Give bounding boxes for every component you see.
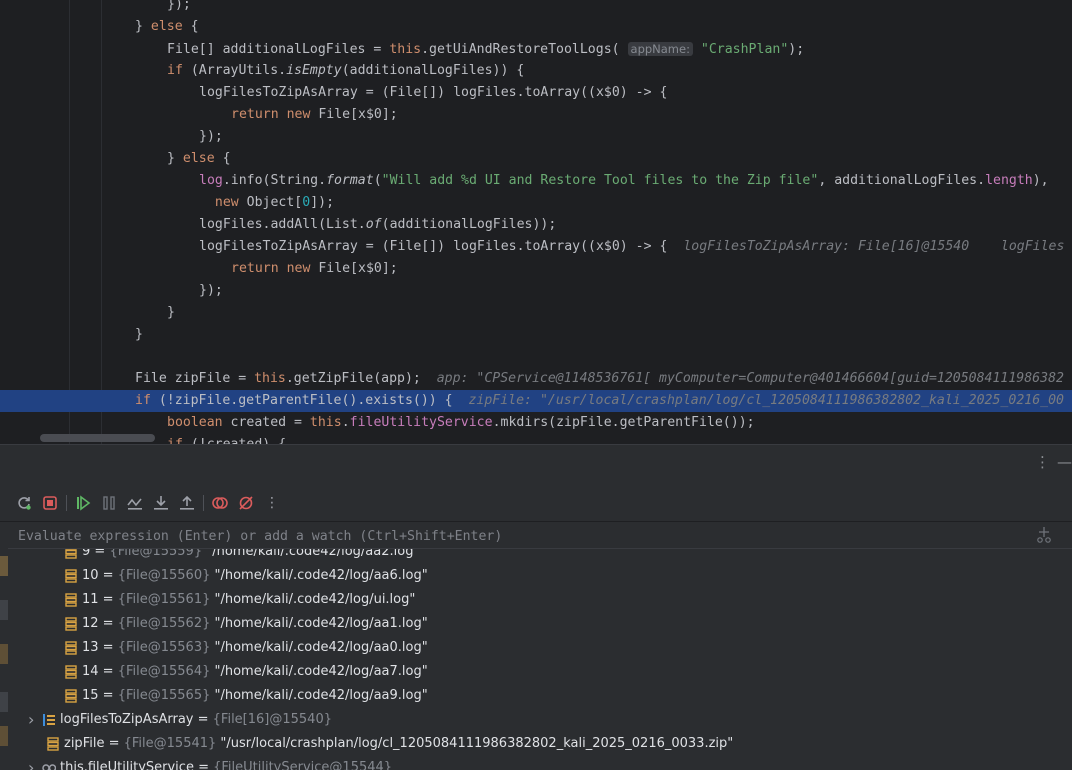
- mute-breakpoints-icon[interactable]: [236, 493, 256, 513]
- code-line[interactable]: } else {: [0, 16, 1072, 38]
- code-line[interactable]: boolean created = this.fileUtilityServic…: [0, 412, 1072, 434]
- variable-value: "/home/kali/.code42/log/ui.log": [210, 592, 416, 607]
- more-actions-icon[interactable]: ⋮: [262, 493, 282, 513]
- code-line[interactable]: logFilesToZipAsArray = (File[]) logFiles…: [0, 82, 1072, 104]
- view-breakpoints-icon[interactable]: [210, 493, 230, 513]
- code-line[interactable]: File zipFile = this.getZipFile(app); app…: [0, 368, 1072, 390]
- code-line[interactable]: File[] additionalLogFiles = this.getUiAn…: [0, 38, 1072, 60]
- debug-panel-header: ⋮ —: [0, 445, 1072, 485]
- variable-row[interactable]: zipFile = {File@15541} "/usr/local/crash…: [8, 732, 1072, 756]
- variable-value: "/usr/local/crashplan/log/cl_12050841119…: [216, 736, 734, 751]
- variable-type: {File[16]@15540}: [212, 712, 332, 727]
- expand-arrow-icon[interactable]: ›: [28, 756, 34, 770]
- code-line[interactable]: return new File[x$0];: [0, 104, 1072, 126]
- more-options-icon[interactable]: ⋮: [1035, 453, 1050, 471]
- variable-row[interactable]: 14 = {File@15564} "/home/kali/.code42/lo…: [8, 660, 1072, 684]
- variable-name: logFilesToZipAsArray: [60, 712, 194, 727]
- code-line-current[interactable]: if (!zipFile.getParentFile().exists()) {…: [0, 390, 1072, 412]
- variable-type: {File@15563}: [117, 640, 211, 655]
- code-line[interactable]: logFilesToZipAsArray = (File[]) logFiles…: [0, 236, 1072, 258]
- code-line[interactable]: } else {: [0, 148, 1072, 170]
- variable-type: {File@15564}: [117, 664, 211, 679]
- code-line[interactable]: return new File[x$0];: [0, 258, 1072, 280]
- variable-type: {FileUtilityService@15544}: [213, 760, 393, 770]
- variable-value: "/home/kali/.code42/log/aa6.log": [210, 568, 428, 583]
- variable-name: 14: [82, 664, 99, 679]
- code-editor[interactable]: });} else {File[] additionalLogFiles = t…: [0, 0, 1072, 444]
- variable-value: "/home/kali/.code42/log/aa2.log": [202, 549, 420, 559]
- code-line[interactable]: }: [0, 324, 1072, 346]
- stop-icon[interactable]: [40, 493, 60, 513]
- variable-row[interactable]: 10 = {File@15560} "/home/kali/.code42/lo…: [8, 564, 1072, 588]
- debug-toolbar: ⋮: [0, 485, 1072, 522]
- field-icon: [65, 569, 77, 583]
- code-line[interactable]: logFiles.addAll(List.of(additionalLogFil…: [0, 214, 1072, 236]
- variable-value: "/home/kali/.code42/log/aa1.log": [210, 616, 428, 631]
- variable-name: this.fileUtilityService: [60, 760, 194, 770]
- code-line[interactable]: new Object[0]);: [0, 192, 1072, 214]
- watch-icon: [42, 764, 56, 770]
- variable-value: "/home/kali/.code42/log/aa9.log": [210, 688, 428, 703]
- step-over-icon[interactable]: [125, 493, 145, 513]
- variable-row[interactable]: 15 = {File@15565} "/home/kali/.code42/lo…: [8, 684, 1072, 708]
- variable-name: 15: [82, 688, 99, 703]
- variable-name: 13: [82, 640, 99, 655]
- side-panel-edge: [0, 522, 8, 770]
- code-line[interactable]: if (!created) {: [0, 434, 1072, 444]
- add-watch-icon[interactable]: [1036, 526, 1052, 548]
- code-line[interactable]: });: [0, 126, 1072, 148]
- evaluate-expression-input[interactable]: [16, 525, 1020, 547]
- variable-value: "/home/kali/.code42/log/aa7.log": [210, 664, 428, 679]
- resume-icon[interactable]: [73, 493, 93, 513]
- code-line[interactable]: log.info(String.format("Will add %d UI a…: [0, 170, 1072, 192]
- expand-arrow-icon[interactable]: ›: [28, 708, 34, 732]
- field-icon: [65, 593, 77, 607]
- variable-type: {File@15541}: [123, 736, 217, 751]
- variable-row[interactable]: 11 = {File@15561} "/home/kali/.code42/lo…: [8, 588, 1072, 612]
- variable-row[interactable]: 13 = {File@15563} "/home/kali/.code42/lo…: [8, 636, 1072, 660]
- pause-icon[interactable]: [99, 493, 119, 513]
- variable-type: {File@15561}: [117, 592, 211, 607]
- code-line[interactable]: });: [0, 0, 1072, 16]
- array-icon: [43, 714, 55, 726]
- step-out-icon[interactable]: [177, 493, 197, 513]
- variable-name: zipFile: [64, 736, 105, 751]
- variable-type: {File@15560}: [117, 568, 211, 583]
- code-line[interactable]: [0, 346, 1072, 368]
- minimize-icon[interactable]: —: [1057, 453, 1072, 471]
- variable-type: {File@15562}: [117, 616, 211, 631]
- variables-tree: 9 = {File@15559} "/home/kali/.code42/log…: [8, 549, 1072, 770]
- variable-name: 12: [82, 616, 99, 631]
- step-into-icon[interactable]: [151, 493, 171, 513]
- field-icon: [65, 689, 77, 703]
- variable-name: 11: [82, 592, 99, 607]
- code-line[interactable]: if (ArrayUtils.isEmpty(additionalLogFile…: [0, 60, 1072, 82]
- variable-type: {File@15559}: [109, 549, 203, 559]
- variable-row[interactable]: › this.fileUtilityService = {FileUtilityS…: [8, 756, 1072, 770]
- code-line[interactable]: }: [0, 302, 1072, 324]
- field-icon: [65, 665, 77, 679]
- editor-horizontal-scrollbar[interactable]: [40, 434, 155, 442]
- field-icon: [65, 641, 77, 655]
- rerun-icon[interactable]: [14, 493, 34, 513]
- variable-name: 10: [82, 568, 99, 583]
- variable-type: {File@15565}: [117, 688, 211, 703]
- variable-row[interactable]: › logFilesToZipAsArray = {File[16]@15540}: [8, 708, 1072, 732]
- field-icon: [47, 737, 59, 751]
- code-line[interactable]: });: [0, 280, 1072, 302]
- field-icon: [65, 617, 77, 631]
- variable-row[interactable]: 12 = {File@15562} "/home/kali/.code42/lo…: [8, 612, 1072, 636]
- field-icon: [65, 549, 77, 559]
- variable-row[interactable]: 9 = {File@15559} "/home/kali/.code42/log…: [8, 549, 1072, 564]
- watch-expression-bar: [8, 522, 1072, 549]
- variable-value: "/home/kali/.code42/log/aa0.log": [210, 640, 428, 655]
